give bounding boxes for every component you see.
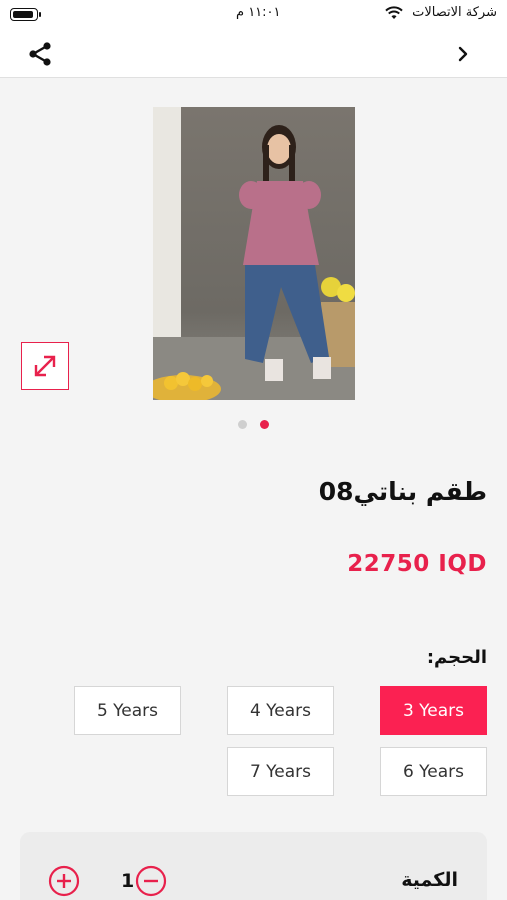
expand-arrows-icon: [34, 355, 56, 377]
chevron-right-icon[interactable]: [453, 42, 473, 66]
size-option-6-years[interactable]: 6 Years: [380, 747, 487, 796]
wifi-icon: [385, 6, 403, 19]
product-title: طقم بناتي08: [318, 477, 487, 506]
nav-bar: [0, 30, 507, 78]
size-option-3-years[interactable]: 3 Years: [380, 686, 487, 735]
size-option-5-years[interactable]: 5 Years: [74, 686, 181, 735]
size-option-4-years[interactable]: 4 Years: [227, 686, 334, 735]
product-image[interactable]: [153, 107, 355, 400]
quantity-panel: 1 الكمية: [20, 832, 487, 900]
quantity-label: الكمية: [401, 869, 458, 891]
minus-circle-icon[interactable]: [135, 865, 167, 897]
size-label: الحجم:: [426, 647, 487, 668]
status-bar: ١١:٠١ م شركة الاتصالات: [0, 0, 507, 30]
plus-circle-icon[interactable]: [48, 865, 80, 897]
pagination-dot-active[interactable]: [260, 420, 269, 429]
quantity-value: 1: [121, 870, 135, 892]
battery-icon: [10, 8, 41, 21]
pagination-dot[interactable]: [238, 420, 247, 429]
product-price: 22750 IQD: [347, 551, 487, 577]
status-carrier: شركة الاتصالات: [412, 5, 497, 20]
product-photo: [153, 107, 355, 400]
status-time: ١١:٠١ م: [236, 5, 281, 20]
size-option-7-years[interactable]: 7 Years: [227, 747, 334, 796]
image-pagination: [0, 418, 507, 430]
expand-image-button[interactable]: [21, 342, 69, 390]
share-icon[interactable]: [26, 40, 54, 68]
